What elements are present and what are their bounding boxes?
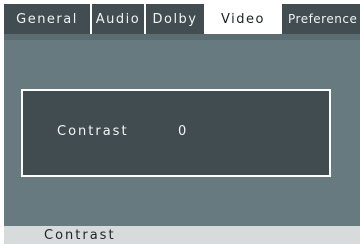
tab-dolby[interactable]: Dolby [146,4,204,34]
tab-audio[interactable]: Audio [92,4,144,34]
setting-label: Contrast [57,124,129,139]
setting-value[interactable]: 0 [178,124,187,139]
settings-screen: General Audio Dolby Video Preference Con… [0,0,360,244]
tab-video[interactable]: Video [206,4,280,34]
video-settings-panel: Contrast 0 [4,34,360,226]
status-bar: Contrast [4,226,360,244]
tab-general[interactable]: General [4,4,90,34]
contrast-setting-row[interactable]: Contrast 0 [21,89,331,177]
status-text: Contrast [44,228,116,243]
tab-preference[interactable]: Preference [282,4,360,34]
tab-bar: General Audio Dolby Video Preference [4,4,360,34]
